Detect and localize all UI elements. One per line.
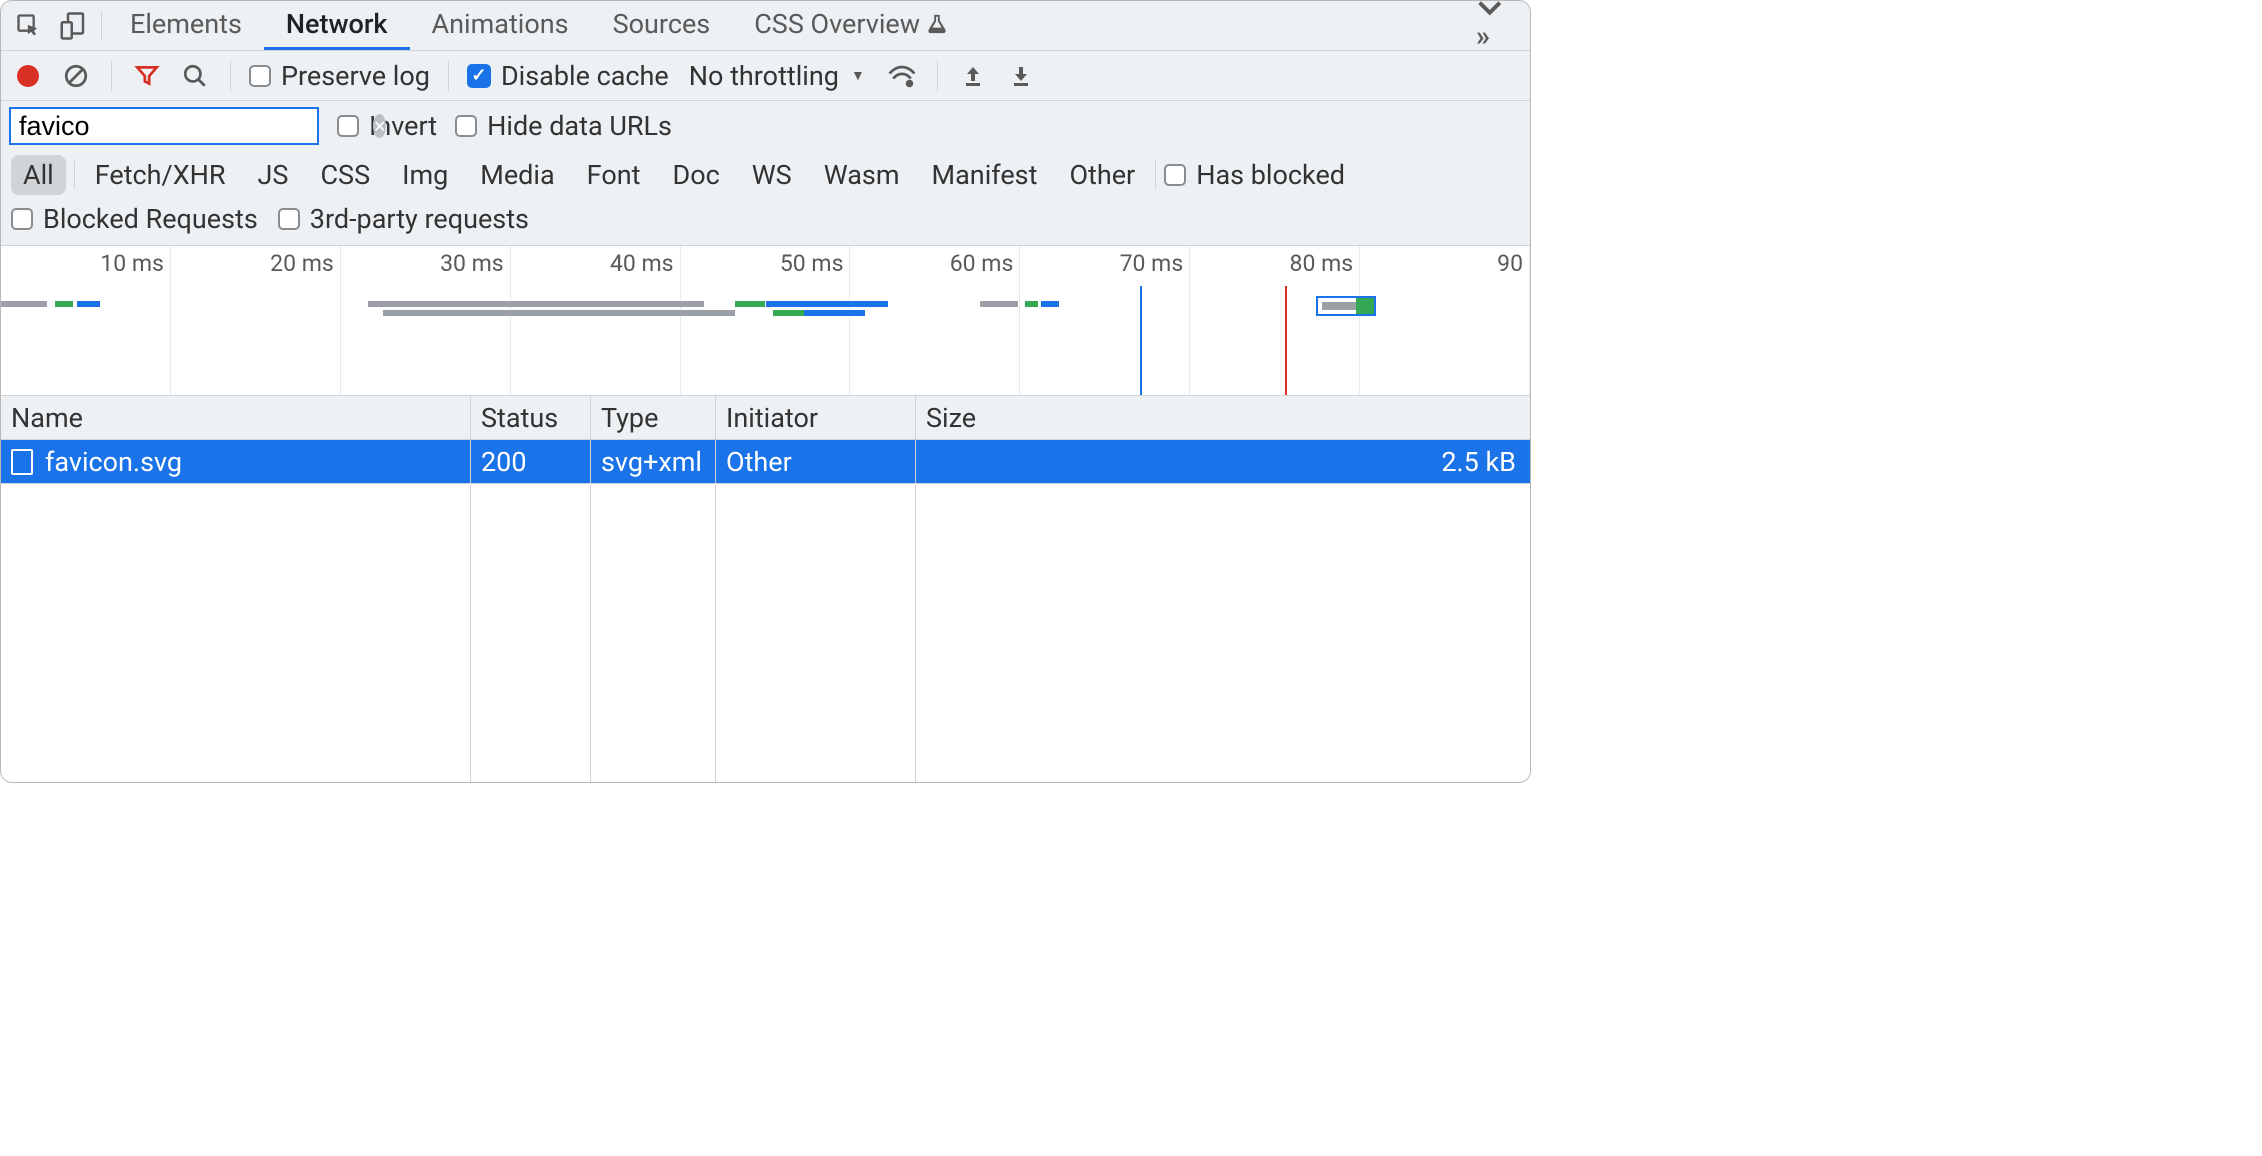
chip-manifest[interactable]: Manifest	[920, 155, 1050, 195]
disable-cache-label: Disable cache	[501, 60, 669, 92]
main-tabbar: Elements Network Animations Sources CSS …	[1, 1, 1530, 51]
row-type: svg+xml	[591, 440, 716, 483]
tl-tick: 90	[1497, 250, 1523, 277]
tl-domcontent-line	[1285, 286, 1287, 395]
import-har-icon[interactable]	[956, 59, 990, 93]
tl-tick: 30 ms	[440, 250, 504, 277]
tabs-group: Elements Network Animations Sources CSS …	[108, 1, 970, 50]
tab-css-overview-label: CSS Overview	[754, 8, 920, 40]
tab-css-overview[interactable]: CSS Overview	[732, 1, 970, 50]
clear-filter-icon[interactable]: ✕	[373, 114, 386, 138]
chip-ws[interactable]: WS	[740, 155, 804, 195]
requests-table: Name Status Type Initiator Size favicon.…	[1, 396, 1530, 782]
file-icon	[11, 449, 33, 475]
chip-js[interactable]: JS	[246, 155, 301, 195]
row-size: 2.5 kB	[916, 440, 1530, 483]
filter-input[interactable]	[19, 111, 373, 142]
checkbox-unchecked-icon	[11, 208, 33, 230]
checkbox-unchecked-icon	[455, 115, 477, 137]
throttling-value: No throttling	[689, 60, 839, 92]
checkbox-unchecked-icon	[278, 208, 300, 230]
filter-toggle-icon[interactable]	[130, 59, 164, 93]
device-toolbar-icon[interactable]	[51, 4, 95, 48]
col-size[interactable]: Size	[916, 396, 1530, 439]
chip-css[interactable]: CSS	[308, 155, 382, 195]
col-status[interactable]: Status	[471, 396, 591, 439]
blocked-requests-label: Blocked Requests	[43, 203, 258, 235]
separator	[74, 161, 75, 189]
tab-network[interactable]: Network	[264, 1, 410, 50]
col-name[interactable]: Name	[1, 396, 471, 439]
table-header: Name Status Type Initiator Size	[1, 396, 1530, 440]
table-row[interactable]: favicon.svg 200 svg+xml Other 2.5 kB	[1, 440, 1530, 484]
chevron-down-icon: ▼	[851, 67, 865, 84]
filter-bar: ✕ Invert Hide data URLs	[1, 101, 1530, 151]
tl-tick: 60 ms	[950, 250, 1014, 277]
tab-animations[interactable]: Animations	[410, 1, 591, 50]
chip-fetch-xhr[interactable]: Fetch/XHR	[83, 155, 238, 195]
record-button[interactable]	[11, 59, 45, 93]
chip-other[interactable]: Other	[1057, 155, 1147, 195]
separator	[230, 61, 231, 91]
chip-img[interactable]: Img	[390, 155, 460, 195]
tl-tick: 20 ms	[270, 250, 334, 277]
blocked-requests-checkbox[interactable]: Blocked Requests	[11, 203, 258, 235]
hide-data-urls-checkbox[interactable]: Hide data URLs	[455, 110, 672, 142]
third-party-label: 3rd-party requests	[310, 203, 529, 235]
has-blocked-checkbox[interactable]: Has blocked	[1164, 159, 1345, 191]
network-conditions-icon[interactable]	[885, 59, 919, 93]
tl-load-line	[1140, 286, 1142, 395]
row-status: 200	[471, 440, 591, 483]
tab-sources[interactable]: Sources	[591, 1, 733, 50]
record-icon	[17, 65, 39, 87]
throttling-select[interactable]: No throttling ▼	[683, 60, 871, 92]
row-name: favicon.svg	[45, 446, 182, 478]
preserve-log-label: Preserve log	[281, 60, 430, 92]
clear-button[interactable]	[59, 59, 93, 93]
separator	[448, 61, 449, 91]
tl-tick: 50 ms	[780, 250, 844, 277]
checkbox-unchecked-icon	[1164, 164, 1186, 186]
chip-wasm[interactable]: Wasm	[812, 155, 912, 195]
separator	[111, 61, 112, 91]
hide-data-urls-label: Hide data URLs	[487, 110, 672, 142]
request-type-filter-row2: Blocked Requests 3rd-party requests	[1, 195, 1530, 246]
checkbox-checked-icon: ✓	[467, 64, 491, 88]
chip-font[interactable]: Font	[575, 155, 653, 195]
timeline-overview[interactable]: 10 ms 20 ms 30 ms 40 ms 50 ms 60 ms 70 m…	[1, 246, 1530, 396]
tl-selection[interactable]	[1316, 296, 1376, 316]
devtools-network-panel: Elements Network Animations Sources CSS …	[0, 0, 1531, 783]
chip-all[interactable]: All	[11, 155, 66, 195]
row-initiator: Other	[716, 440, 916, 483]
has-blocked-label: Has blocked	[1196, 159, 1345, 191]
disable-cache-checkbox[interactable]: ✓ Disable cache	[467, 60, 669, 92]
table-empty-area	[1, 484, 1530, 782]
inspect-element-icon[interactable]	[7, 4, 51, 48]
preserve-log-checkbox[interactable]: Preserve log	[249, 60, 430, 92]
tl-tick: 10 ms	[100, 250, 164, 277]
tl-tick: 40 ms	[610, 250, 674, 277]
export-har-icon[interactable]	[1004, 59, 1038, 93]
request-type-filter: All Fetch/XHR JS CSS Img Media Font Doc …	[1, 151, 1530, 195]
more-tabs-icon[interactable]: »	[1458, 0, 1524, 52]
chip-media[interactable]: Media	[468, 155, 566, 195]
tab-elements[interactable]: Elements	[108, 1, 264, 50]
col-type[interactable]: Type	[591, 396, 716, 439]
filter-input-wrapper: ✕	[9, 107, 319, 145]
separator	[1155, 161, 1156, 189]
tl-tick: 80 ms	[1290, 250, 1354, 277]
separator	[101, 11, 102, 41]
flask-icon	[926, 11, 948, 37]
network-toolbar: Preserve log ✓ Disable cache No throttli…	[1, 51, 1530, 101]
search-icon[interactable]	[178, 59, 212, 93]
tl-tick: 70 ms	[1120, 250, 1184, 277]
checkbox-unchecked-icon	[249, 65, 271, 87]
separator	[937, 61, 938, 91]
col-initiator[interactable]: Initiator	[716, 396, 916, 439]
chip-doc[interactable]: Doc	[660, 155, 731, 195]
third-party-checkbox[interactable]: 3rd-party requests	[278, 203, 529, 235]
